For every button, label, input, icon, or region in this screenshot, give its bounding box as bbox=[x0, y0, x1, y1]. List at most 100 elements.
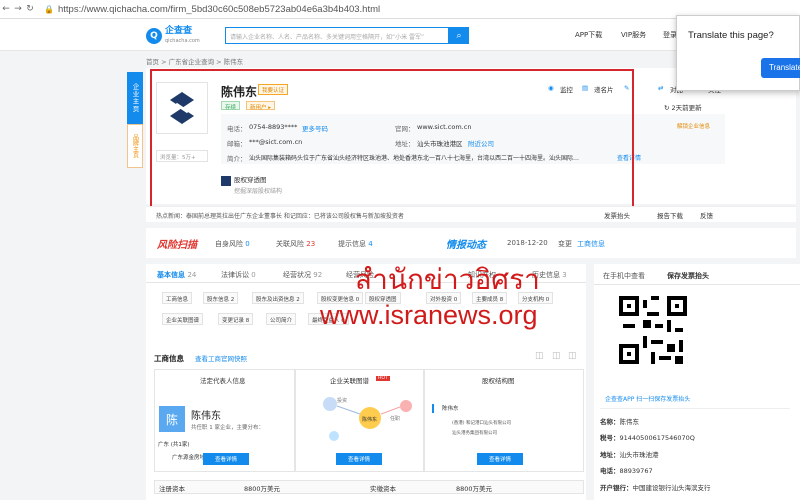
tab-operation[interactable]: 经营状况 92 bbox=[283, 270, 322, 280]
detail-phone-value: 88939767 bbox=[619, 467, 653, 475]
graph-label-invest: 投资 bbox=[337, 398, 348, 404]
risk-self[interactable]: 自身风险 0 bbox=[215, 239, 250, 249]
nav-login[interactable]: 登录 bbox=[663, 30, 677, 40]
tab-history-count: 3 bbox=[562, 271, 567, 279]
translate-button[interactable]: Translate bbox=[761, 58, 800, 78]
graph-diagram bbox=[323, 397, 412, 441]
logo-mark-icon: Q bbox=[146, 28, 162, 44]
nav-vip[interactable]: VIP服务 bbox=[621, 30, 646, 40]
risk-self-label: 自身风险 bbox=[215, 240, 243, 248]
subtab-business[interactable]: 工商信息 bbox=[162, 292, 193, 304]
dynamic-change: 变更 bbox=[558, 240, 572, 248]
url-text[interactable]: https://www.qichacha.com/firm_5bd30c60c5… bbox=[58, 4, 380, 15]
detail-name-value: 陈伟东 bbox=[619, 418, 640, 426]
detail-phone-label: 电话： bbox=[600, 467, 620, 475]
detail-tax-value: 914405006175460​70Q bbox=[619, 434, 695, 442]
hot-news-text[interactable]: 泰国前总理英拉出任广东企业董事长 和记回应：已将该公司股权售与新加坡投资者 bbox=[186, 213, 404, 220]
graph-node-left bbox=[323, 397, 337, 411]
risk-hint-count: 4 bbox=[368, 240, 373, 248]
dynamic-change-link[interactable]: 工商信息 bbox=[577, 239, 605, 249]
graph-label-role: 任职 bbox=[390, 416, 401, 422]
subtab-shareholders[interactable]: 股东信息 2 bbox=[203, 292, 239, 304]
graph-edge-right bbox=[380, 406, 401, 415]
claim-link[interactable]: 解锁企业信息 bbox=[677, 122, 710, 130]
hot-news-label: 热点新闻： bbox=[156, 213, 187, 220]
detail-name-label: 名称： bbox=[600, 418, 620, 426]
report-download-link[interactable]: 报告下载 bbox=[657, 210, 683, 220]
detail-phone: 电话：88939767 bbox=[600, 465, 653, 475]
legal-rep-avatar: 陈 bbox=[159, 406, 185, 432]
risk-related[interactable]: 关联风险 23 bbox=[276, 239, 315, 249]
watermark-url: www.isranews.org bbox=[320, 300, 538, 330]
detail-tax-label: 税号： bbox=[600, 434, 620, 442]
legal-rep-region: 广东 (共1家) bbox=[158, 442, 190, 448]
right-panel-divider bbox=[594, 284, 800, 285]
tab-basic-info-count: 24 bbox=[187, 271, 197, 279]
tab-basic-info-label: 基本信息 bbox=[157, 271, 185, 279]
risk-related-label: 关联风险 bbox=[276, 240, 304, 248]
translate-popup: Translate this page? Translate bbox=[676, 15, 800, 91]
tab-operation-count: 92 bbox=[313, 271, 323, 279]
legal-rep-view-button[interactable]: 查看详情 bbox=[203, 453, 249, 465]
dynamic-title: 情报动态 bbox=[446, 240, 486, 251]
breadcrumb: 首页 > 广东省企业查询 > 陈伟东 bbox=[146, 58, 244, 66]
forward-icon[interactable]: → bbox=[12, 4, 24, 14]
search-button[interactable]: ⌕ bbox=[449, 27, 469, 44]
risk-self-count: 0 bbox=[245, 240, 250, 248]
detail-bank: 开户银行：中国建设银行汕头海滨支行 bbox=[600, 482, 711, 492]
dynamic-date: 2018-12-20 bbox=[507, 239, 548, 247]
detail-bank-label: 开户银行： bbox=[600, 484, 633, 492]
share-icon[interactable]: ◫ bbox=[535, 351, 544, 361]
tab-basic-info[interactable]: 基本信息 24 bbox=[157, 270, 196, 280]
compare-icon: ⇄ bbox=[658, 84, 664, 92]
back-icon[interactable]: ← bbox=[0, 4, 12, 14]
update-text: ↻ 2天前更新 bbox=[664, 104, 702, 112]
graph-header: 企业关联图谱 bbox=[330, 377, 369, 385]
subtab-shareholder-capital[interactable]: 股东及出资信息 2 bbox=[252, 292, 304, 304]
subtab-changes[interactable]: 变更记录 8 bbox=[218, 313, 254, 325]
subtab-intro[interactable]: 公司简介 bbox=[266, 313, 297, 325]
detail-bank-value: 中国建设银行汕头海滨支行 bbox=[632, 484, 711, 492]
detail-address-label: 地址： bbox=[600, 451, 620, 459]
side-tab-company[interactable]: 企业主页 bbox=[127, 72, 143, 124]
tab-mobile-view[interactable]: 在手机中查看 bbox=[603, 271, 645, 281]
tab-save-invoice[interactable]: 保存发票抬头 bbox=[667, 271, 709, 281]
tab-legal[interactable]: 法律诉讼 0 bbox=[221, 270, 256, 280]
feedback-link[interactable]: 反馈 bbox=[700, 210, 713, 220]
detail-address-value: 汕头市珠池港 bbox=[619, 451, 659, 459]
structure-view-button[interactable]: 查看详情 bbox=[477, 453, 523, 465]
qr-code-icon bbox=[619, 296, 687, 364]
detail-address: 地址：汕头市珠池港 bbox=[600, 449, 659, 459]
hot-badge: HOT bbox=[376, 376, 390, 381]
search-input[interactable]: 请输入企业名称、人名、产品名称、多关键词用空格隔开，如“小米 雷军” bbox=[225, 27, 449, 44]
app-scan-text[interactable]: 企查查APP 扫一扫保存发票抬头 bbox=[605, 394, 690, 403]
logo-domain: qichacha.com bbox=[165, 37, 200, 44]
legal-rep-header: 法定代表人信息 bbox=[200, 377, 246, 385]
risk-hint[interactable]: 提示信息 4 bbox=[338, 239, 373, 249]
reg-capital-label: 注册资本 bbox=[159, 485, 185, 493]
structure-line-1: (香港) 和记港口汕头有限公司 bbox=[452, 421, 511, 426]
highlight-box bbox=[150, 69, 634, 209]
graph-node-bottom bbox=[329, 431, 339, 441]
graph-view-button[interactable]: 查看详情 bbox=[336, 453, 382, 465]
reload-icon[interactable]: ↻ bbox=[24, 4, 36, 14]
export-icon[interactable]: ◫ bbox=[568, 351, 577, 361]
business-snapshot-link[interactable]: 查看工商官网快照 bbox=[195, 353, 247, 363]
details-divider bbox=[600, 408, 790, 409]
business-section-title: 工商信息 bbox=[154, 354, 184, 363]
nav-app-download[interactable]: APP下载 bbox=[575, 30, 602, 40]
legal-rep-desc: 共任职 1 家企业，主要分布： bbox=[191, 425, 264, 431]
detail-tax: 税号：914405006175460​70Q bbox=[600, 432, 695, 442]
legal-rep-name[interactable]: 陈伟东 bbox=[191, 407, 221, 422]
tab-legal-count: 0 bbox=[251, 271, 256, 279]
subtab-graph[interactable]: 企业关联图谱 bbox=[162, 313, 204, 325]
site-logo[interactable]: Q 企查查 qichacha.com bbox=[146, 26, 206, 46]
risk-related-count: 23 bbox=[306, 240, 316, 248]
copy-icon[interactable]: ◫ bbox=[552, 351, 561, 361]
side-tab-brand[interactable]: 品牌主页 bbox=[127, 124, 143, 168]
reg-capital-value: 8800万美元 bbox=[244, 485, 281, 493]
graph-edge-left bbox=[336, 405, 361, 415]
graph-label-center: 陈伟东 bbox=[362, 417, 378, 423]
risk-scan-title: 风险扫描 bbox=[157, 240, 197, 251]
invoice-title-link[interactable]: 发票抬头 bbox=[604, 210, 630, 220]
